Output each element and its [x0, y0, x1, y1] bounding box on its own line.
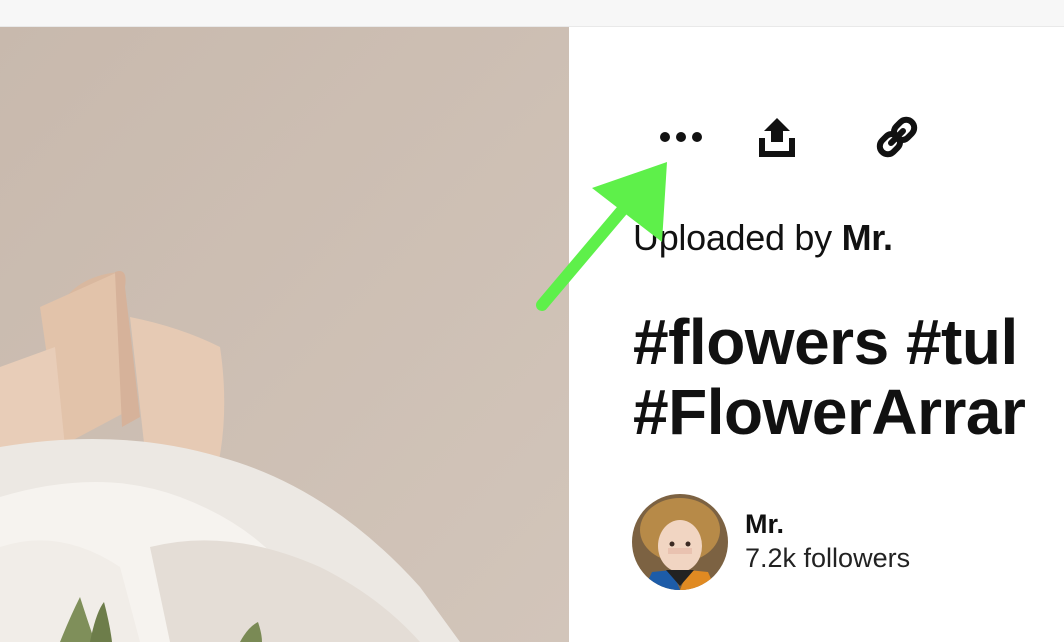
uploader-name[interactable]: Mr.: [842, 217, 893, 258]
pin-title: #flowers #tul #FlowerArrar: [633, 307, 1064, 447]
creator-followers-count: 7.2k followers: [745, 543, 911, 573]
pin-image[interactable]: [0, 27, 569, 642]
browser-top-bar: [0, 0, 1064, 27]
share-upload-icon: [759, 118, 795, 157]
more-options-button[interactable]: [651, 107, 711, 167]
creator-avatar[interactable]: [632, 494, 728, 590]
pin-title-line-2: #FlowerArrar: [633, 376, 1026, 448]
more-options-icon: [660, 132, 702, 142]
pin-title-line-1: #flowers #tul: [633, 306, 1018, 378]
copy-link-icon: [876, 116, 918, 158]
flower-bouquet-photo: [0, 27, 569, 642]
pin-details-panel: Uploaded by Mr. #flowers #tul #FlowerArr…: [569, 27, 1064, 642]
creator-name[interactable]: Mr.: [745, 509, 784, 540]
copy-link-button[interactable]: [867, 107, 927, 167]
uploaded-by-text: Uploaded by Mr.: [633, 217, 893, 259]
avatar-image: [632, 494, 728, 590]
share-button[interactable]: [747, 107, 807, 167]
uploaded-by-prefix: Uploaded by: [633, 217, 842, 258]
